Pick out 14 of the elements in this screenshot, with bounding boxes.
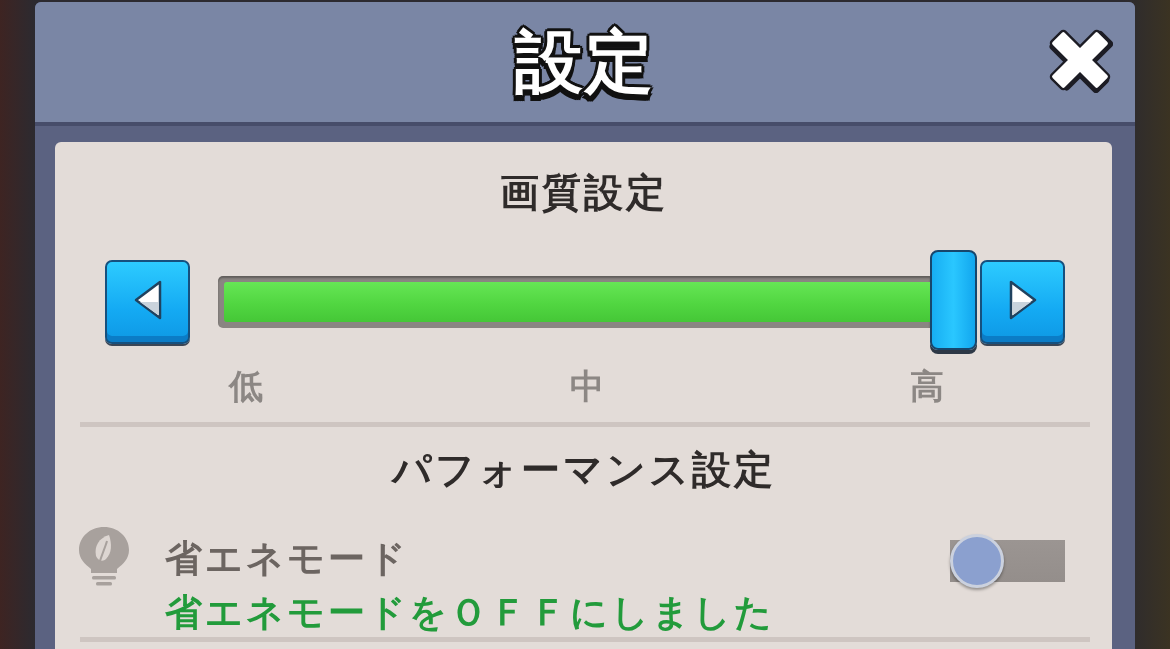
lightbulb-leaf-icon bbox=[78, 526, 130, 586]
option-label: 省エネモード bbox=[165, 539, 409, 579]
dialog-title: 設定 bbox=[513, 22, 656, 102]
quality-slider-track[interactable] bbox=[218, 276, 930, 328]
status-message: 省エネモードをＯＦＦにしました bbox=[165, 593, 775, 633]
tick-label: 中 bbox=[569, 368, 604, 404]
section-heading: パフォーマンス設定 bbox=[391, 449, 776, 491]
tick-label: 低 bbox=[229, 368, 263, 404]
increase-button[interactable] bbox=[980, 260, 1065, 344]
decrease-button[interactable] bbox=[105, 260, 190, 344]
section-heading: 画質設定 bbox=[499, 172, 668, 214]
left-triangle-icon bbox=[133, 280, 162, 320]
right-triangle-icon bbox=[1008, 280, 1037, 320]
tick-label: 高 bbox=[910, 368, 944, 404]
